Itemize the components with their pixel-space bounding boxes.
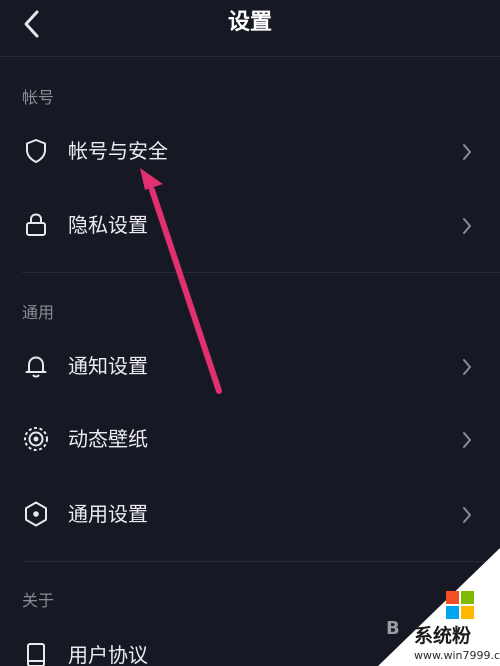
settings-item-live-wallpaper[interactable]: 动态壁纸	[0, 412, 500, 468]
settings-item-privacy[interactable]: 隐私设置	[0, 198, 500, 254]
annotation-arrow	[140, 168, 222, 394]
settings-item-label: 隐私设置	[68, 213, 148, 237]
section-divider	[22, 561, 500, 562]
settings-item-label: 用户协议	[68, 643, 148, 666]
chevron-right-icon	[463, 507, 471, 523]
wallpaper-icon	[24, 427, 48, 451]
hexagon-settings-icon	[25, 501, 47, 527]
chevron-right-icon	[463, 359, 471, 375]
page-title: 设置	[227, 10, 272, 35]
shield-icon	[26, 139, 46, 163]
settings-item-label: 帐号与安全	[68, 139, 168, 163]
settings-item-general-settings[interactable]: 通用设置	[0, 487, 500, 543]
section-divider	[22, 272, 500, 273]
watermark-url: www.win7999.com	[414, 649, 500, 662]
settings-item-account-security[interactable]: 帐号与安全	[0, 124, 500, 180]
bell-icon	[25, 356, 47, 378]
settings-item-label: 通用设置	[68, 502, 148, 526]
section-label-account: 帐号	[22, 88, 55, 107]
chevron-right-icon	[463, 432, 471, 448]
obscured-text-fragment: B	[386, 618, 400, 639]
windows-logo-icon	[446, 591, 474, 619]
settings-item-label: 动态壁纸	[68, 427, 148, 451]
settings-item-label: 通知设置	[68, 354, 148, 378]
section-label-about: 关于	[22, 591, 55, 610]
watermark-brand: 系统粉	[414, 625, 472, 647]
chevron-right-icon	[463, 144, 471, 160]
settings-item-notifications[interactable]: 通知设置	[0, 339, 500, 395]
nav-divider	[0, 56, 500, 57]
book-icon	[27, 643, 45, 666]
section-label-general: 通用	[22, 303, 55, 322]
lock-icon	[26, 213, 46, 236]
chevron-right-icon	[463, 218, 471, 234]
top-nav-bar: 设置	[0, 0, 500, 52]
settings-screen: 设置 帐号 帐号与安全 隐私设置 通用 通知设置 动态壁纸 通用设置 关于 用户…	[0, 0, 500, 666]
